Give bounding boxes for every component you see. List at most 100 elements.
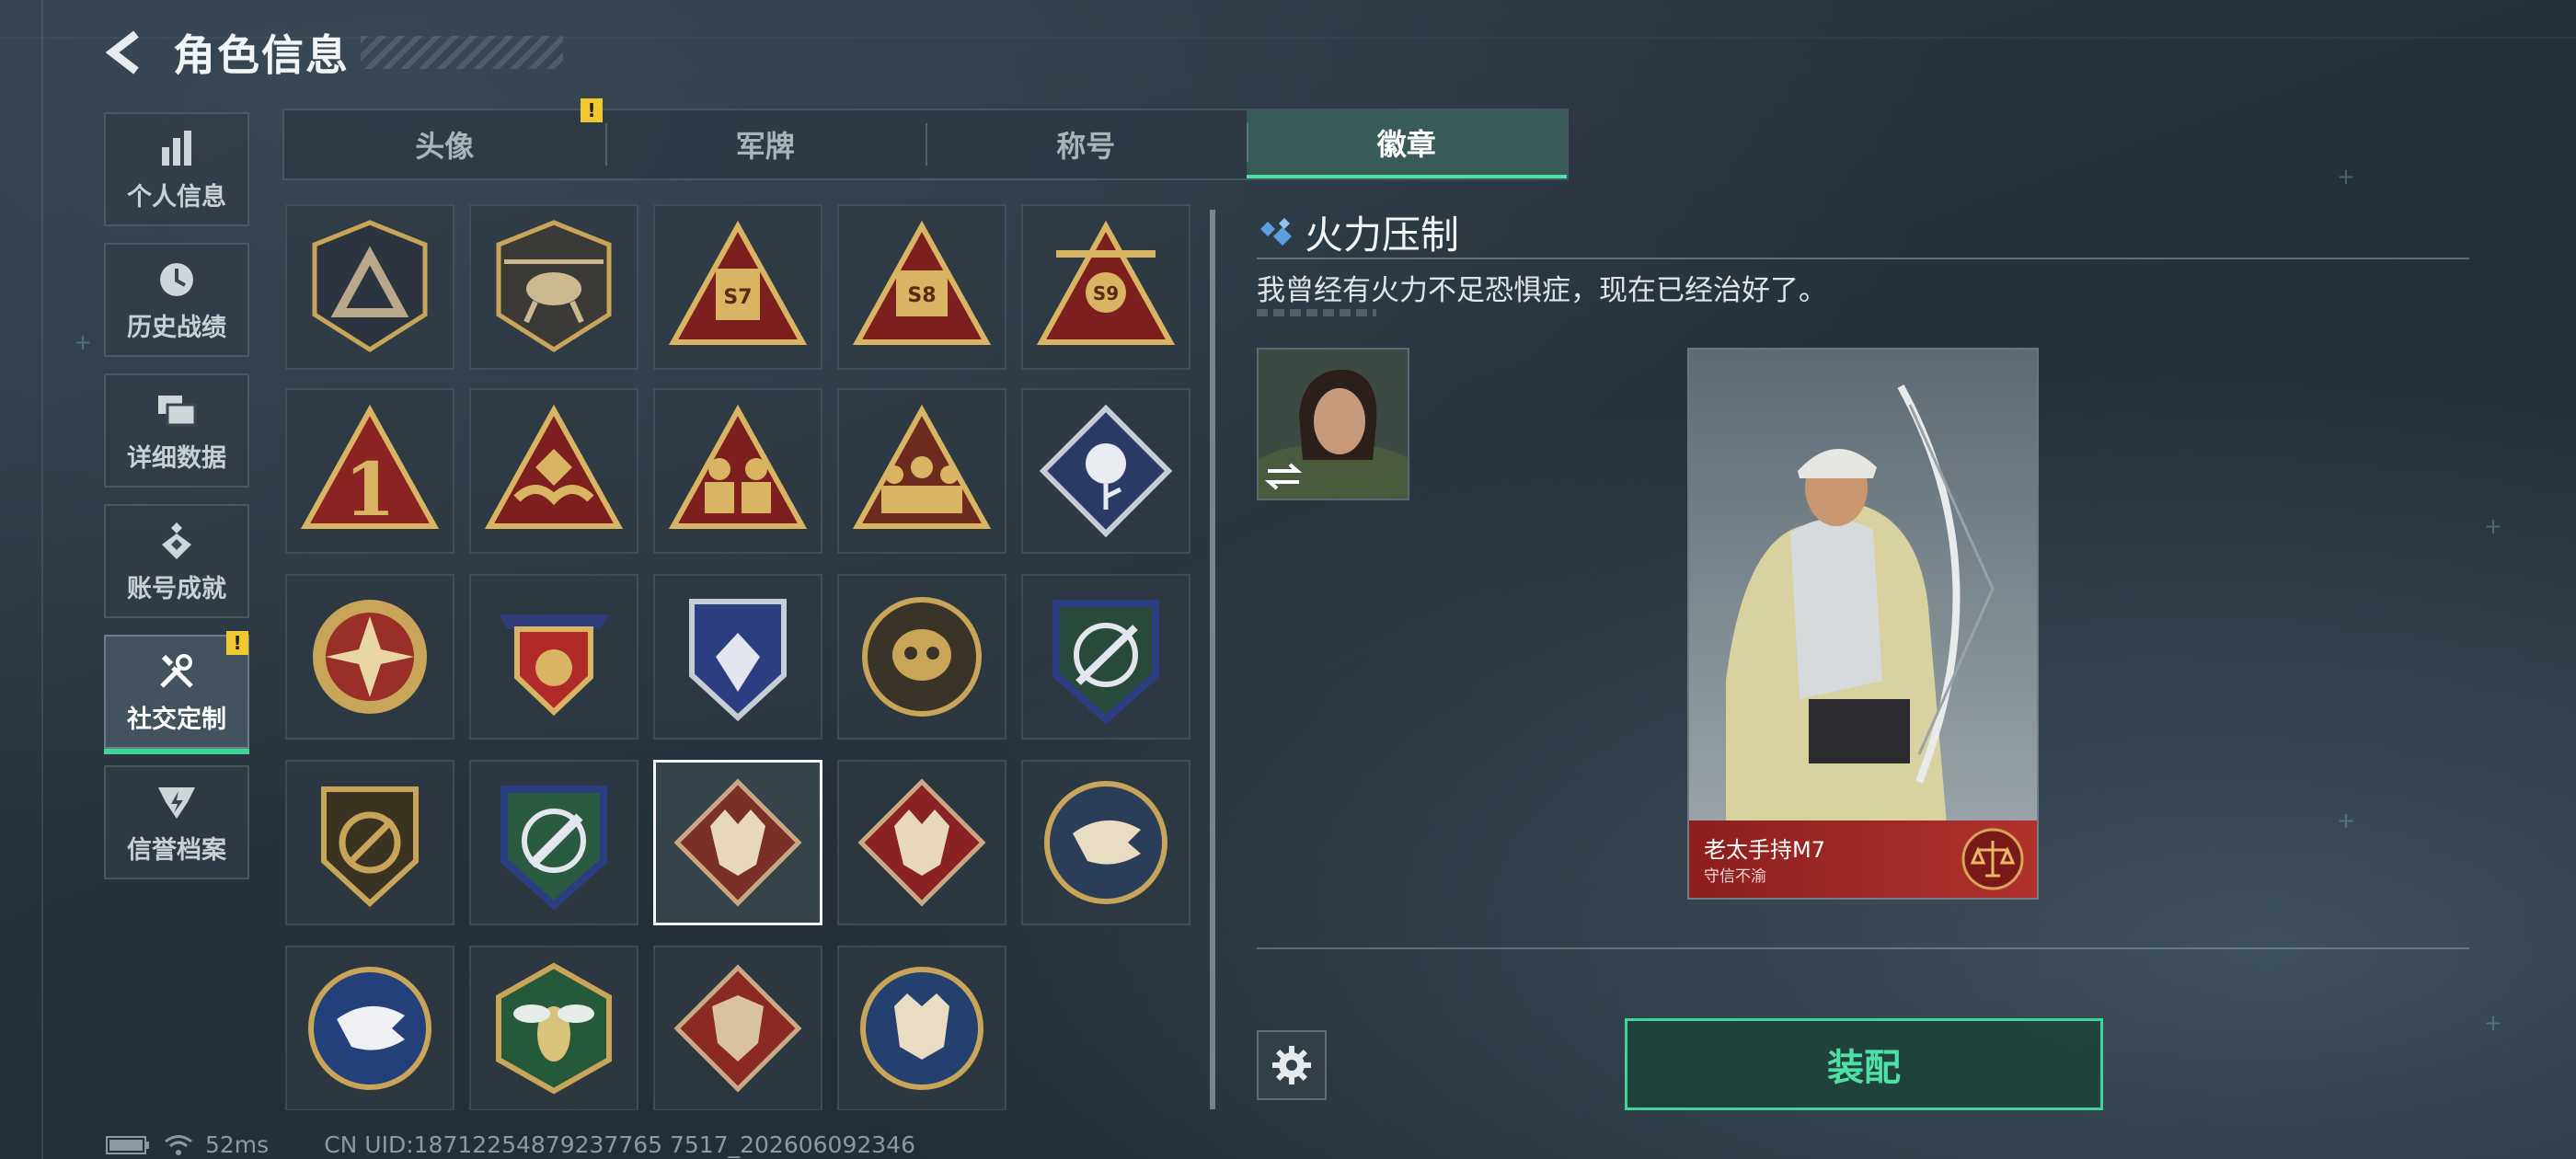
tab-label: 军牌 — [735, 129, 795, 164]
nav-item-achievements[interactable]: 账号成就 — [104, 504, 249, 618]
nav-label: 详细数据 — [127, 443, 226, 473]
badge-cell[interactable] — [837, 388, 1006, 554]
knife-shield-badge-icon — [500, 786, 607, 911]
crosshair-rifle-shield-badge-icon — [1052, 600, 1159, 725]
wolf-diamond-badge-icon — [673, 778, 802, 907]
equip-button[interactable]: 装配 — [1625, 1018, 2103, 1110]
helicopter-badge-icon — [496, 220, 612, 352]
badge-cell[interactable] — [837, 574, 1006, 740]
page-title: 角色信息 — [173, 30, 350, 80]
nav-label: 社交定制 — [127, 705, 226, 734]
credit-shield-icon — [158, 786, 195, 819]
tab-label: 头像 — [415, 129, 475, 164]
nav-label: 账号成就 — [127, 574, 226, 603]
character-name-bar: 老太手持M7 守信不渝 — [1689, 820, 2037, 898]
badge-title: 火力压制 — [1305, 212, 1460, 258]
scales-emblem-icon — [1961, 828, 2024, 890]
eagle-round-badge-icon — [1044, 781, 1167, 904]
nav-label: 历史战绩 — [127, 313, 226, 342]
clock-icon — [160, 262, 193, 296]
grid-scrollbar[interactable] — [1210, 210, 1215, 1109]
badge-cell[interactable] — [653, 574, 822, 740]
rose-diamond-badge-icon — [1039, 404, 1173, 538]
badge-cell[interactable]: 1 — [285, 388, 454, 554]
ping-value: 52ms — [205, 1131, 270, 1158]
header-bar: 角色信息 — [101, 20, 563, 85]
back-arrow-icon[interactable] — [101, 27, 153, 78]
category-tabs: 头像 军牌 称号 徽章 — [282, 109, 1569, 180]
tab-avatar[interactable]: 头像 — [284, 110, 605, 178]
wolf-red-diamond-badge-icon — [857, 778, 986, 907]
number-one-triangle-badge-icon: 1 — [300, 404, 440, 533]
folders-icon — [158, 395, 197, 426]
badge-cell[interactable] — [285, 204, 454, 370]
nav-item-profile[interactable]: 个人信息 — [104, 112, 249, 226]
badge-cell[interactable] — [1021, 760, 1190, 925]
svg-text:S9: S9 — [1093, 282, 1119, 304]
tab-label: 徽章 — [1376, 127, 1436, 162]
s7-triangle-badge-icon: S7 — [668, 220, 808, 345]
badge-cell[interactable] — [285, 760, 454, 925]
badge-cell[interactable] — [469, 946, 638, 1110]
badge-cell[interactable]: S7 — [653, 204, 822, 370]
badge-cell[interactable] — [837, 946, 1006, 1110]
battery-icon — [106, 1135, 149, 1154]
badge-cell[interactable] — [837, 760, 1006, 925]
badge-cell[interactable] — [653, 388, 822, 554]
crest-ribbon-badge-icon — [499, 614, 609, 717]
alert-badge: ! — [581, 98, 603, 122]
divider — [1257, 947, 2469, 949]
badge-cell[interactable] — [1021, 574, 1190, 740]
s8-triangle-badge-icon: S8 — [852, 220, 992, 345]
character-illustration-image — [1689, 350, 2037, 824]
star-compass-badge-icon — [313, 600, 427, 714]
svg-text:1: 1 — [344, 446, 396, 533]
triangle-shield-badge-icon — [312, 220, 428, 352]
title-stripe-decoration — [361, 36, 563, 69]
character-subtitle: 守信不渝 — [1704, 867, 1766, 886]
badge-cell[interactable] — [469, 760, 638, 925]
eagle-blue-round-badge-icon — [308, 967, 431, 1090]
nav-item-details[interactable]: 详细数据 — [104, 373, 249, 488]
badge-cell[interactable]: S8 — [837, 204, 1006, 370]
tab-title[interactable]: 称号 — [926, 110, 1247, 178]
s9-triangle-badge-icon: S9 — [1036, 220, 1176, 345]
uid-text: CN UID:18712254879237765 7517_2026060923… — [324, 1131, 915, 1158]
wifi-icon — [165, 1134, 192, 1155]
badge-cell[interactable] — [653, 946, 822, 1110]
badge-cell[interactable] — [469, 388, 638, 554]
badge-cell[interactable] — [469, 204, 638, 370]
dragon-diamond-badge-icon — [673, 964, 802, 1093]
gear-icon — [1272, 1046, 1311, 1084]
badge-cell[interactable] — [469, 574, 638, 740]
blue-stars-shield-badge-icon — [689, 599, 787, 722]
settings-button[interactable] — [1257, 1030, 1327, 1100]
skull-medal-badge-icon — [862, 597, 982, 717]
nav-label: 个人信息 — [127, 182, 226, 212]
badge-cell-selected[interactable] — [653, 760, 822, 925]
svg-text:S7: S7 — [723, 286, 752, 309]
nav-item-credit-record[interactable]: 信誉档案 — [104, 765, 249, 879]
faint-text-decoration — [1257, 309, 1376, 316]
lynx-round-badge-icon — [860, 967, 983, 1090]
badge-cell[interactable] — [285, 946, 454, 1110]
badge-cell[interactable] — [1021, 388, 1190, 554]
divider — [1257, 258, 2469, 259]
badge-description: 我曾经有火力不足恐惧症，现在已经治好了。 — [1257, 274, 1827, 307]
avatar-thumbnail[interactable] — [1257, 348, 1409, 500]
soldiers-triangle-badge-icon — [668, 404, 808, 529]
tab-dog-tag[interactable]: 军牌 — [604, 110, 926, 178]
svg-text:S8: S8 — [907, 284, 936, 307]
achievement-icon — [162, 522, 191, 559]
badge-cell[interactable] — [285, 574, 454, 740]
character-card[interactable]: 老太手持M7 守信不渝 — [1687, 348, 2039, 900]
swap-arrows-icon[interactable] — [1262, 460, 1305, 493]
badge-cell[interactable]: S9 — [1021, 204, 1190, 370]
nav-label: 信誉档案 — [127, 835, 226, 865]
character-name: 老太手持M7 — [1704, 837, 1825, 863]
badge-grid: S7 S8 S9 1 — [285, 204, 1196, 1110]
status-bar: 52ms CN UID:18712254879237765 7517_20260… — [106, 1131, 915, 1158]
nav-item-history[interactable]: 历史战绩 — [104, 243, 249, 357]
tab-badge[interactable]: 徽章 — [1246, 110, 1567, 178]
team-triangle-badge-icon — [852, 404, 992, 529]
